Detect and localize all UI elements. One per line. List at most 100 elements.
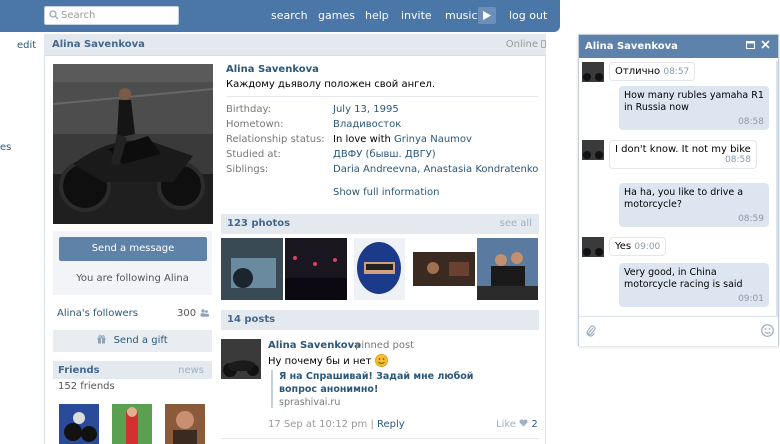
info-label-birthday: Birthday: [226, 104, 272, 115]
info-label-hometown: Hometown: [226, 119, 284, 130]
profile-name: Alina Savenkova [226, 64, 319, 75]
photo-thumb[interactable] [354, 238, 405, 300]
show-full-info-link[interactable]: Show full information [333, 187, 439, 198]
info-birthday[interactable]: July 13, 1995 [333, 104, 399, 115]
friend-avatar[interactable] [112, 404, 152, 444]
chat-message-in: I don't know. It not my bike 08:58 [609, 140, 757, 169]
post-author[interactable]: Alina Savenkova [268, 340, 361, 351]
post-author-avatar[interactable] [221, 339, 261, 379]
chat-message-in: Отлично 08:57 [609, 62, 696, 81]
profile-header: Alina Savenkova Online [44, 34, 546, 56]
send-gift-button[interactable]: Send a gift [53, 330, 212, 352]
online-status: Online [505, 39, 546, 50]
photo-thumb[interactable] [221, 238, 283, 300]
search-placeholder: Search [61, 10, 96, 21]
attachment-source: sprashivai.ru [279, 397, 341, 408]
chat-messages: Отлично 08:57 How many rubles yamaha R1 … [579, 58, 778, 311]
left-menu-fragment[interactable]: es [0, 142, 11, 153]
posts-title: 14 posts [227, 314, 276, 325]
message-time: 08:58 [725, 155, 751, 165]
message-text: Отлично [615, 66, 661, 77]
message-text: Very good, in China motorcycle racing is… [624, 267, 743, 290]
chat-avatar[interactable] [582, 237, 604, 257]
nav-music[interactable]: music [445, 9, 478, 22]
top-bar: Search search games help invite music lo… [0, 0, 560, 32]
paperclip-icon[interactable] [586, 325, 596, 337]
friend-avatar[interactable] [165, 404, 205, 444]
chat-header[interactable]: Alina Savenkova [579, 35, 778, 58]
relationship-prefix: In love with [333, 134, 395, 145]
info-label-siblings: Siblings: [226, 164, 269, 175]
send-gift-label: Send a gift [113, 335, 168, 346]
nav-games[interactable]: games [318, 9, 355, 22]
info-label-relationship: Relationship status: [226, 134, 325, 145]
photo-thumb[interactable] [285, 238, 347, 300]
message-text: I don't know. It not my bike [615, 144, 751, 155]
chat-message-out: Very good, in China motorcycle racing is… [619, 263, 769, 307]
info-hometown[interactable]: Владивосток [333, 119, 401, 130]
message-time: 08:58 [738, 117, 764, 127]
info-studied[interactable]: ДВФУ (бывш. ДВГУ) [333, 149, 436, 160]
message-text: Yes [615, 241, 632, 252]
friends-news-link[interactable]: news [178, 365, 204, 376]
friend-avatar[interactable] [59, 404, 99, 444]
nav-invite[interactable]: invite [401, 9, 432, 22]
like-count: 2 [531, 419, 538, 430]
emoji-picker-icon[interactable] [761, 324, 774, 337]
like-label: Like [496, 419, 516, 430]
post-reply-link[interactable]: Reply [377, 419, 405, 430]
photos-header[interactable]: 123 photos see all [221, 214, 539, 234]
post-text-content: Ну почему бы и нет [268, 356, 372, 367]
nav-search[interactable]: search [271, 9, 308, 22]
chat-avatar[interactable] [582, 140, 604, 160]
smiley-emoji-icon [374, 354, 388, 367]
followers-count[interactable]: 300 [177, 308, 210, 319]
post-pinned-label: pinned post [355, 340, 415, 351]
info-relationship: In love with Grinya Naumov [333, 134, 472, 145]
heart-icon [519, 419, 528, 427]
chat-message-out: Ha ha, you like to drive a motorcycle? 0… [619, 183, 769, 227]
profile-status: Каждому дьяволу положен свой ангел. [226, 79, 436, 90]
message-time: 09:01 [738, 294, 764, 304]
info-siblings[interactable]: Daria Andreevna, Anastasia Kondratenko [333, 164, 538, 175]
post-attachment-link[interactable]: Я на Спрашивай! Задай мне любой вопрос а… [271, 370, 511, 408]
left-edit-link[interactable]: edit [17, 40, 36, 51]
message-text: Ha ha, you like to drive a motorcycle? [624, 187, 744, 210]
music-play-button[interactable] [478, 7, 496, 24]
close-icon[interactable] [761, 40, 770, 49]
post-like-button[interactable]: Like 2 [496, 419, 538, 430]
nav-help[interactable]: help [365, 9, 389, 22]
relationship-partner-link[interactable]: Grinya Naumov [394, 134, 472, 145]
following-status[interactable]: You are following Alina [53, 273, 212, 284]
friends-header[interactable]: Friends news [53, 361, 212, 379]
message-time: 08:59 [738, 214, 764, 224]
people-icon [200, 309, 210, 317]
play-icon [483, 11, 491, 20]
attachment-title[interactable]: Я на Спрашивай! Задай мне любой вопрос а… [279, 370, 511, 396]
nav-logout[interactable]: log out [509, 9, 547, 22]
search-icon [49, 10, 59, 20]
chat-message-input[interactable] [579, 316, 778, 346]
chat-avatar[interactable] [582, 62, 604, 82]
followers-link[interactable]: Alina's followers [57, 308, 138, 319]
post-meta-separator: | [370, 419, 374, 430]
chat-scrollbar[interactable] [776, 61, 778, 316]
online-label: Online [505, 39, 538, 50]
photos-see-all-link[interactable]: see all [500, 218, 532, 229]
profile-avatar[interactable] [53, 64, 213, 224]
gift-icon [97, 335, 106, 344]
minimize-icon[interactable] [746, 41, 755, 49]
chat-window: Alina Savenkova Отлично 08:57 How many r… [578, 34, 779, 346]
chat-message-out: How many rubles yamaha R1 in Russia now … [619, 86, 769, 130]
chat-title: Alina Savenkova [585, 41, 678, 52]
header-name: Alina Savenkova [52, 39, 145, 50]
info-label-studied: Studied at: [226, 149, 281, 160]
photo-thumb[interactable] [477, 238, 538, 300]
friends-count: 152 friends [58, 381, 115, 392]
send-message-button[interactable]: Send a message [59, 237, 207, 261]
photo-thumb[interactable] [413, 238, 475, 300]
message-time: 09:00 [634, 242, 661, 252]
post-date[interactable]: 17 Sep at 10:12 pm [268, 419, 367, 430]
mobile-icon [541, 40, 546, 48]
search-input[interactable]: Search [44, 6, 179, 25]
